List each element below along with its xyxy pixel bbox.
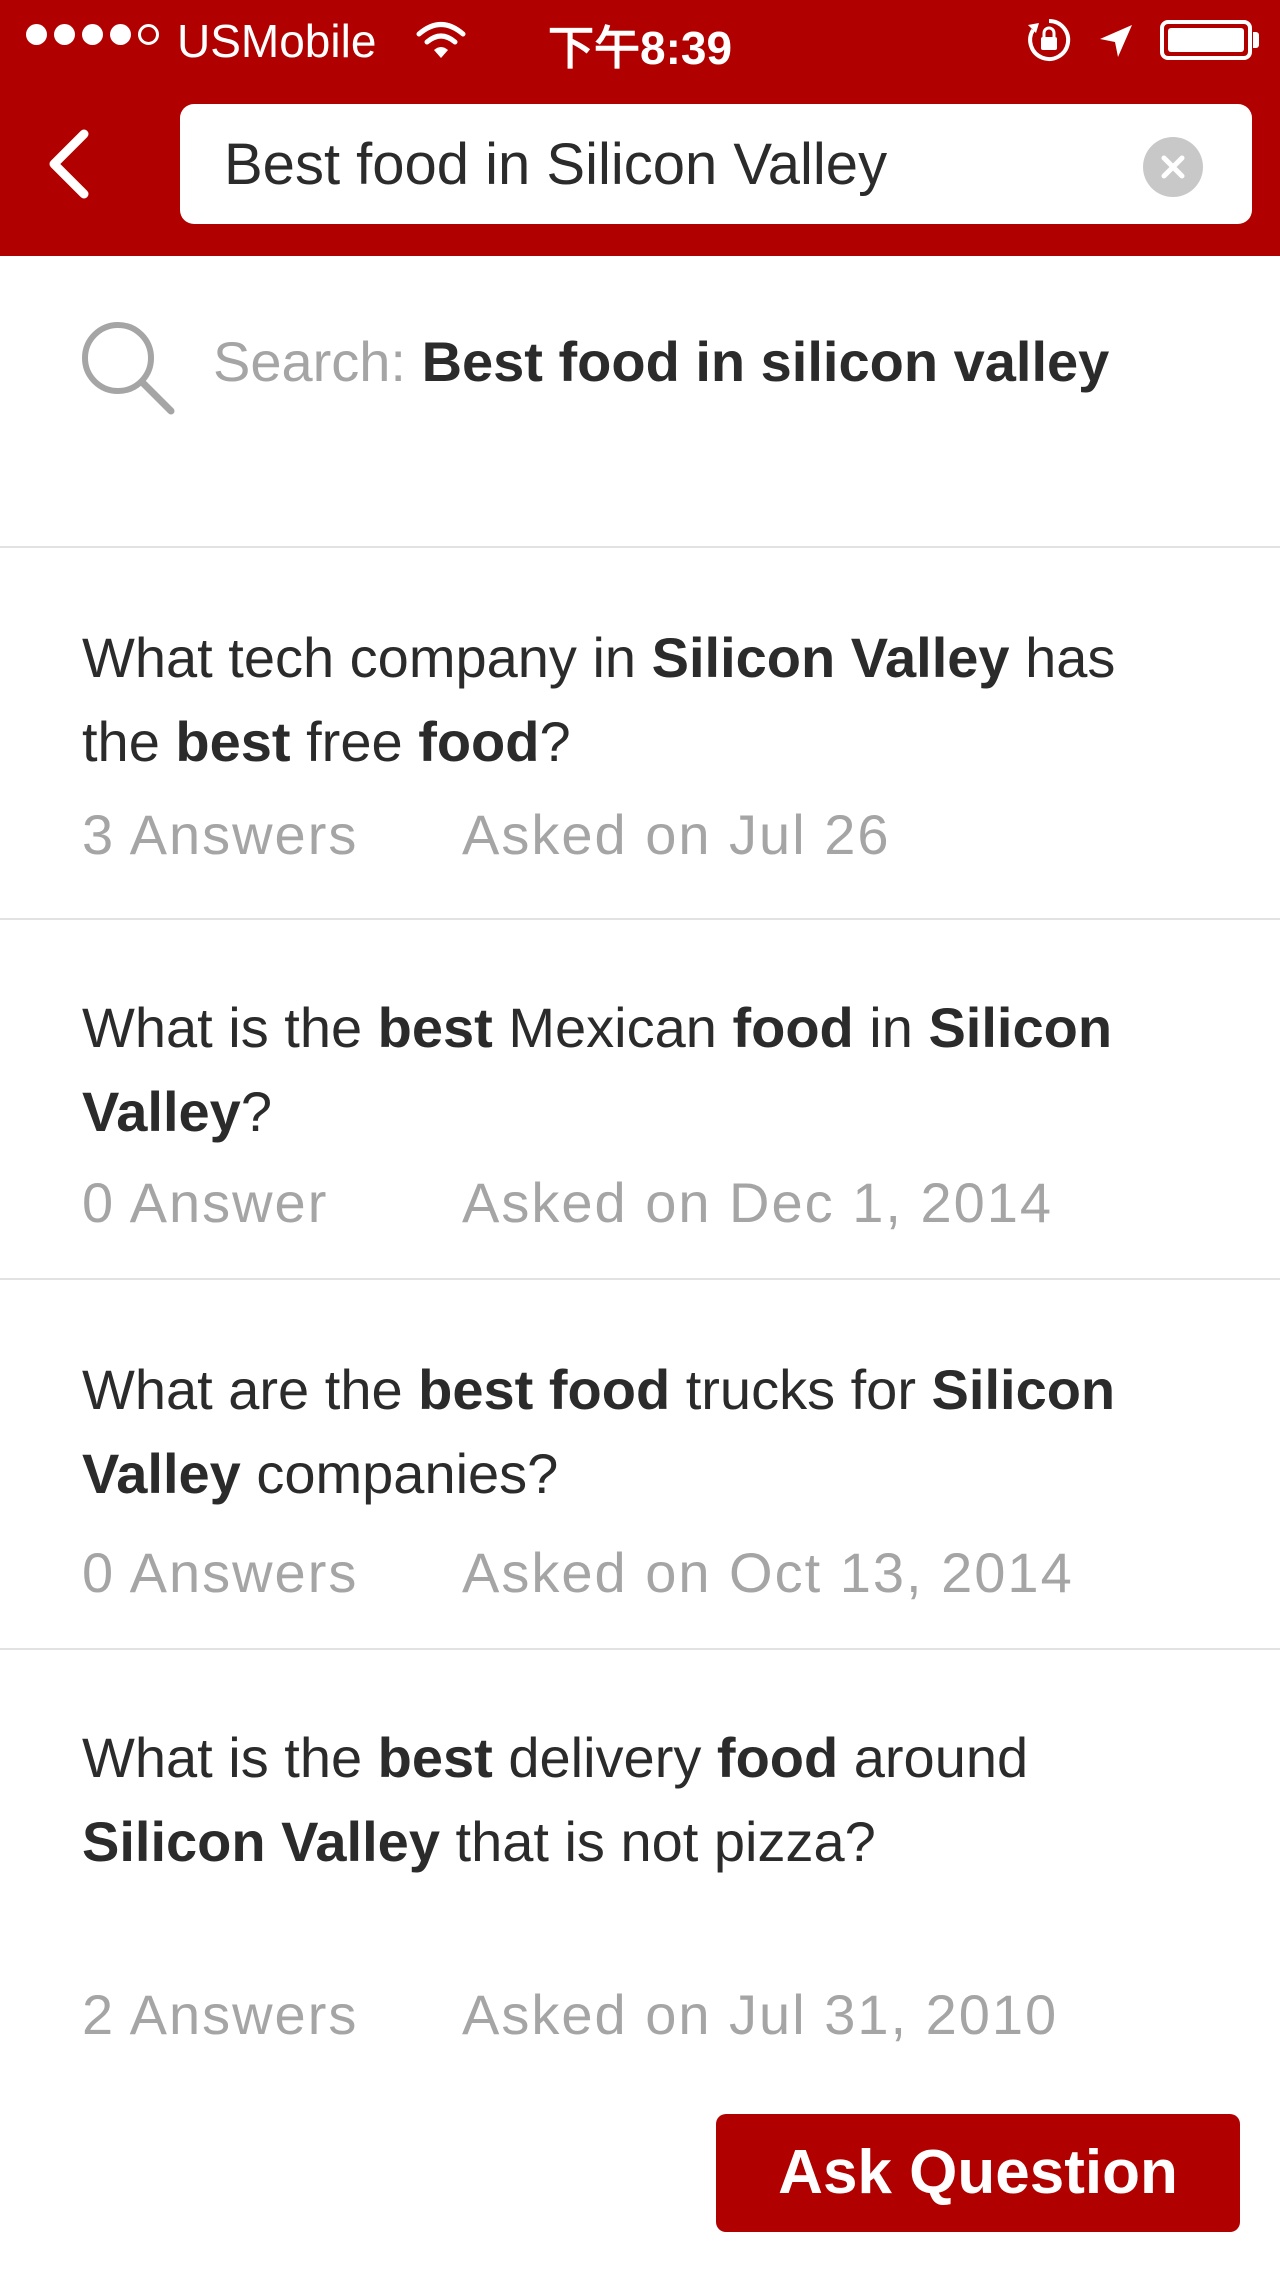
status-time: 下午8:39 <box>548 22 733 74</box>
asked-date: Asked on Oct 13, 2014 <box>462 1541 1074 1604</box>
suggestion-text[interactable]: Search: Best food in silicon valley <box>213 320 1213 404</box>
location-arrow-icon <box>1096 18 1136 72</box>
signal-strength-icon <box>26 24 159 45</box>
answer-count: 2 Answers <box>82 1983 359 2046</box>
highlighted-term: best <box>377 1726 493 1789</box>
question-title[interactable]: What is the best Mexican food in Silicon… <box>82 986 1202 1154</box>
clear-search-button[interactable] <box>1143 137 1203 197</box>
asked-date: Asked on Jul 31, 2010 <box>462 1983 1059 2046</box>
answer-count: 3 Answers <box>82 803 359 866</box>
question-item[interactable]: What are the best food trucks for Silico… <box>0 1280 1280 1648</box>
title-text: around <box>838 1726 1029 1789</box>
title-text: What is the <box>82 1726 378 1789</box>
highlighted-term: food <box>732 996 854 1059</box>
back-chevron-icon <box>49 129 89 199</box>
battery-tip <box>1253 32 1259 48</box>
back-button[interactable] <box>40 122 100 222</box>
highlighted-term: food <box>716 1726 839 1789</box>
suggestion-query: Best food in silicon valley <box>421 330 1110 393</box>
question-meta: 0 Answers Asked on Oct 13, 2014 <box>82 1540 1072 1605</box>
title-text: What are the <box>82 1358 419 1421</box>
clear-search-icon <box>1161 155 1185 179</box>
asked-date: Asked on Dec 1, 2014 <box>462 1171 1054 1234</box>
question-item[interactable]: What is the best Mexican food in Silicon… <box>0 920 1280 1278</box>
question-meta: 3 Answers Asked on Jul 26 <box>82 802 888 867</box>
title-text: ? <box>539 710 571 773</box>
question-item[interactable]: What tech company in Silicon Valley has … <box>0 548 1280 918</box>
title-text: What tech company in <box>82 626 652 689</box>
question-title[interactable]: What tech company in Silicon Valley has … <box>82 616 1202 784</box>
title-text: delivery <box>492 1726 717 1789</box>
question-meta: 0 Answer Asked on Dec 1, 2014 <box>82 1170 1051 1235</box>
highlighted-term: best <box>175 710 291 773</box>
search-icon <box>76 316 176 421</box>
highlighted-term: best <box>377 996 493 1059</box>
highlighted-term: Silicon Valley <box>82 1810 440 1873</box>
answer-count: 0 Answer <box>82 1171 329 1234</box>
title-text: What is the <box>82 996 378 1059</box>
highlighted-term: food <box>418 710 540 773</box>
question-meta: 2 Answers Asked on Jul 31, 2010 <box>82 1982 1056 2047</box>
battery-icon <box>1160 20 1252 60</box>
title-text: ? <box>240 1080 272 1143</box>
title-text: Mexican <box>492 996 733 1059</box>
highlighted-term: best food <box>418 1358 671 1421</box>
asked-date: Asked on Jul 26 <box>462 803 891 866</box>
wifi-icon <box>416 18 466 72</box>
answer-count: 0 Answers <box>82 1541 359 1604</box>
highlighted-term: Silicon Valley <box>651 626 1010 689</box>
question-title[interactable]: What are the best food trucks for Silico… <box>82 1348 1202 1516</box>
ask-question-button[interactable]: Ask Question <box>716 2114 1240 2232</box>
question-title[interactable]: What is the best delivery food around Si… <box>82 1716 1202 1884</box>
suggestion-prefix: Search: <box>213 330 422 393</box>
search-input-value[interactable]: Best food in Silicon Valley <box>224 131 887 198</box>
search-suggestion[interactable]: Search: Best food in silicon valley <box>0 256 1280 546</box>
app-header: USMobile 下午8:39 Best food in Silicon Val… <box>0 0 1280 256</box>
search-input[interactable]: Best food in Silicon Valley <box>180 104 1252 224</box>
title-text: in <box>853 996 929 1059</box>
bottom-bar: Ask Question <box>0 2074 1280 2272</box>
rotation-lock-icon <box>1025 16 1073 75</box>
status-bar: USMobile 下午8:39 <box>0 0 1280 80</box>
title-text: free <box>290 710 419 773</box>
title-text: companies? <box>240 1442 559 1505</box>
title-text: that is not pizza? <box>439 1810 876 1873</box>
question-item[interactable]: What is the best delivery food around Si… <box>0 1650 1280 2074</box>
title-text: trucks for <box>670 1358 932 1421</box>
carrier-name: USMobile <box>177 15 377 67</box>
